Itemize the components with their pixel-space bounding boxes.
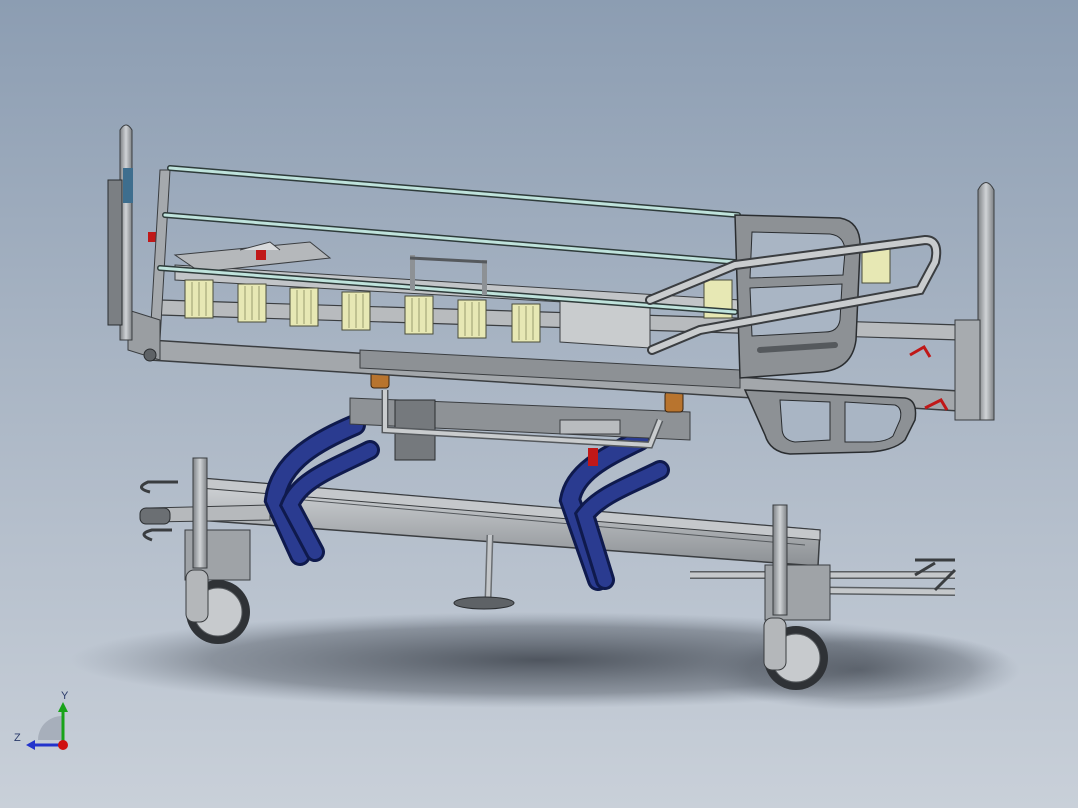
coordinate-triad: Y Z bbox=[14, 690, 69, 750]
base-frame bbox=[139, 457, 957, 621]
triad-z-arrowhead bbox=[26, 740, 35, 750]
bed-assembly-model[interactable]: Y Z bbox=[0, 0, 1078, 808]
triad-z-label: Z bbox=[14, 732, 21, 744]
triad-y-arrowhead bbox=[58, 702, 68, 712]
footboard bbox=[954, 182, 995, 421]
cad-viewport[interactable]: Y Z bbox=[0, 0, 1078, 808]
floor-shadow-right bbox=[700, 630, 1020, 710]
triad-x-axis-dot bbox=[58, 740, 68, 750]
triad-y-label: Y bbox=[61, 690, 69, 702]
